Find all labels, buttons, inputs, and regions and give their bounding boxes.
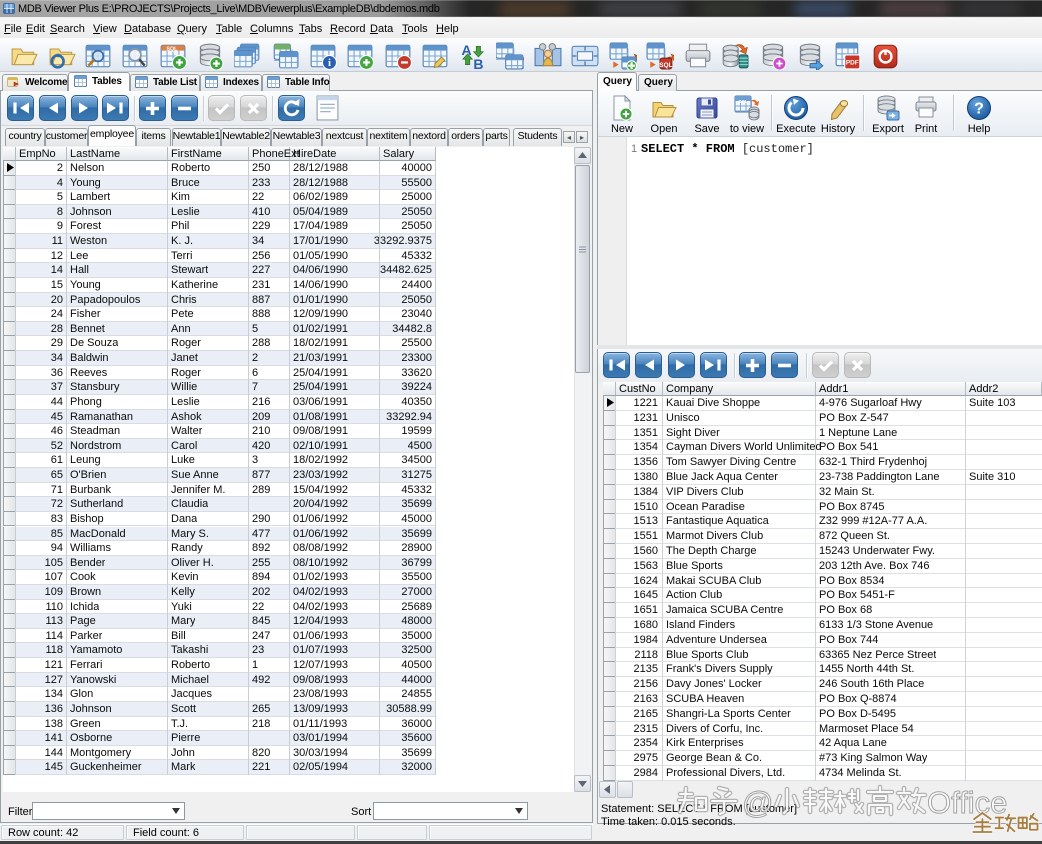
svg-text:i: i xyxy=(327,57,330,69)
svg-text:@: @ xyxy=(742,785,773,820)
svg-text:?: ? xyxy=(974,101,984,118)
svg-text:B: B xyxy=(473,56,483,70)
svg-text:SQL: SQL xyxy=(659,62,672,69)
svg-text:PDF: PDF xyxy=(845,60,858,67)
svg-text:SQL: SQL xyxy=(166,47,178,53)
svg-text:SQL: SQL xyxy=(738,99,748,104)
